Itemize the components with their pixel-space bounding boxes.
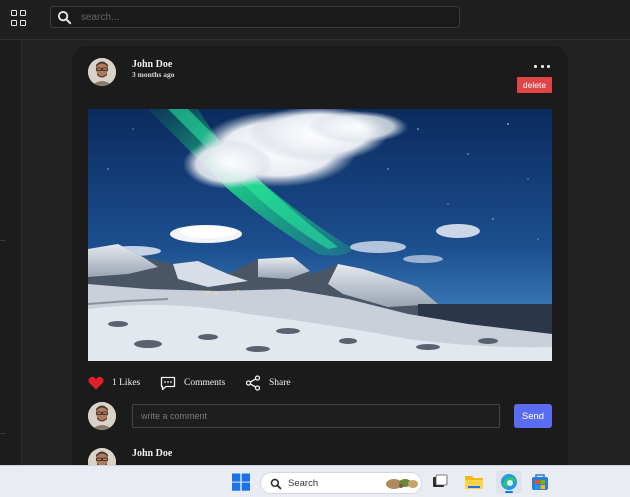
post-image bbox=[88, 109, 552, 361]
search-icon bbox=[57, 10, 72, 25]
edge-icon[interactable] bbox=[496, 470, 522, 494]
share-icon bbox=[245, 375, 261, 391]
store-icon[interactable] bbox=[530, 473, 550, 491]
delete-button[interactable]: delete bbox=[517, 77, 552, 93]
heart-icon bbox=[88, 376, 104, 390]
left-sidebar bbox=[0, 40, 22, 465]
task-view-icon[interactable] bbox=[430, 473, 450, 491]
windows-start-icon[interactable] bbox=[231, 473, 251, 491]
avatar[interactable] bbox=[88, 402, 116, 430]
comment-author[interactable]: John Doe bbox=[132, 448, 172, 459]
taskbar-search-label: Search bbox=[288, 478, 319, 489]
grid-icon[interactable] bbox=[11, 10, 27, 26]
search-input[interactable] bbox=[81, 9, 451, 25]
comment-icon bbox=[160, 376, 176, 390]
post-time: 3 months ago bbox=[132, 70, 175, 79]
share-label: Share bbox=[269, 378, 291, 388]
sidebar-divider bbox=[0, 240, 6, 241]
more-dots-icon[interactable] bbox=[534, 62, 550, 70]
search-highlight-icon bbox=[386, 479, 418, 489]
post-card: John Doe 3 months ago delete 1 Likes Com… bbox=[72, 46, 568, 486]
post-actions: 1 Likes Comments Share bbox=[88, 374, 552, 392]
search-icon bbox=[270, 478, 282, 490]
likes-count: 1 Likes bbox=[112, 378, 141, 388]
top-bar bbox=[0, 0, 630, 40]
send-button[interactable]: Send bbox=[514, 404, 552, 428]
taskbar-search[interactable]: Search bbox=[260, 472, 422, 494]
avatar[interactable] bbox=[88, 58, 116, 86]
file-explorer-icon[interactable] bbox=[464, 473, 484, 491]
like-button[interactable]: 1 Likes bbox=[88, 374, 140, 392]
post-author[interactable]: John Doe bbox=[132, 59, 172, 70]
comment-input[interactable] bbox=[132, 404, 500, 428]
comments-label: Comments bbox=[184, 378, 226, 388]
taskbar: Search bbox=[0, 465, 630, 497]
share-button[interactable]: Share bbox=[245, 374, 291, 392]
comments-button[interactable]: Comments bbox=[160, 374, 225, 392]
sidebar-divider bbox=[0, 433, 6, 434]
search-bar[interactable] bbox=[50, 6, 460, 28]
comment-row: Send bbox=[88, 402, 552, 432]
